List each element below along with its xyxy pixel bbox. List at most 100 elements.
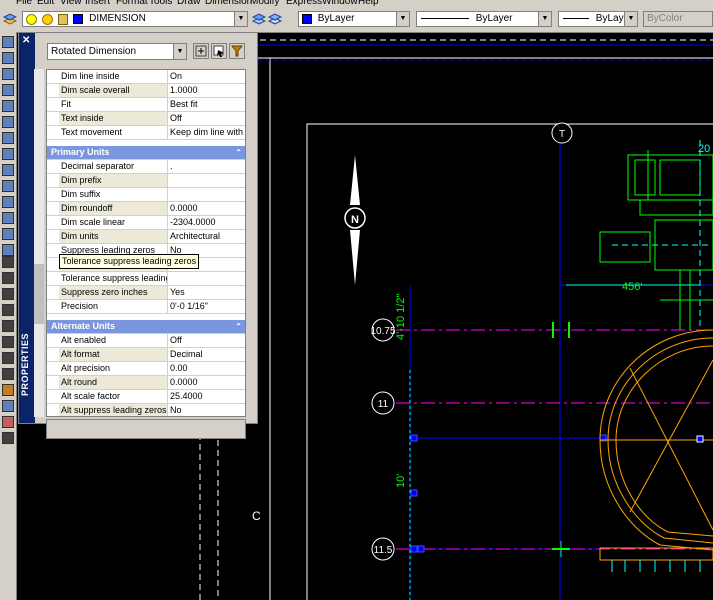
edit-dim-icon[interactable]: [2, 384, 14, 396]
extrude-icon[interactable]: [2, 132, 14, 144]
property-row[interactable]: Alt precision 0.00: [47, 362, 245, 376]
property-row[interactable]: Fit Best fit: [47, 98, 245, 112]
property-row[interactable]: Alt round 0.0000: [47, 376, 245, 390]
menu-item[interactable]: Dimension: [205, 0, 252, 7]
properties-palette[interactable]: ✕ PROPERTIES Rotated Dimension ▼ Dim lin…: [18, 32, 258, 439]
lock-icon[interactable]: [57, 13, 68, 25]
center-mark-icon[interactable]: [2, 368, 14, 380]
property-value[interactable]: Decimal: [167, 348, 245, 361]
property-value[interactable]: 1.0000: [167, 84, 245, 97]
menu-item[interactable]: Draw: [177, 0, 200, 7]
property-value[interactable]: [167, 174, 245, 187]
layer-combo[interactable]: DIMENSION ▼: [22, 11, 248, 27]
union-icon[interactable]: [2, 212, 14, 224]
grip[interactable]: [410, 545, 418, 553]
category-alternate-units[interactable]: Alternate Units ⌃: [47, 320, 245, 334]
property-grid[interactable]: Dim line inside On Dim scale overall 1.0000…: [46, 69, 246, 417]
property-row[interactable]: Dim prefix: [47, 174, 245, 188]
aligned-dim-icon[interactable]: [2, 272, 14, 284]
property-row[interactable]: Alt suppress leading zeros No: [47, 404, 245, 416]
menu-item[interactable]: Help: [358, 0, 379, 7]
cylinder-icon[interactable]: [2, 68, 14, 80]
color-combo[interactable]: ByLayer ▼: [298, 11, 410, 27]
property-value[interactable]: 25.4000: [167, 390, 245, 403]
layer-manager-icon[interactable]: [2, 12, 18, 26]
menu-item[interactable]: Insert: [85, 0, 110, 7]
property-value[interactable]: Off: [167, 334, 245, 347]
menu-item[interactable]: Express: [286, 0, 322, 7]
revolve-icon[interactable]: [2, 148, 14, 160]
property-value[interactable]: 0.0000: [167, 202, 245, 215]
menu-item[interactable]: Edit: [37, 0, 54, 7]
property-value[interactable]: Keep dim line with t...: [167, 126, 245, 139]
cone-icon[interactable]: [2, 84, 14, 96]
chevron-down-icon[interactable]: ▼: [234, 12, 247, 26]
linear-dim-icon[interactable]: [2, 256, 14, 268]
intersect-icon[interactable]: [2, 244, 14, 256]
property-value[interactable]: .: [167, 160, 245, 173]
quick-select-icon[interactable]: [229, 43, 245, 59]
lineweight-combo[interactable]: ByLayer ▼: [558, 11, 638, 27]
property-row[interactable]: Dim scale linear -2304.0000: [47, 216, 245, 230]
tolerance-icon[interactable]: [2, 352, 14, 364]
section-icon[interactable]: [2, 180, 14, 192]
property-value[interactable]: Best fit: [167, 98, 245, 111]
chevron-up-icon[interactable]: ⌃: [235, 320, 242, 333]
property-row[interactable]: Alt enabled Off: [47, 334, 245, 348]
property-value[interactable]: On: [167, 70, 245, 83]
palette-titlebar[interactable]: ✕ PROPERTIES: [19, 33, 35, 423]
slice-icon[interactable]: [2, 164, 14, 176]
grip[interactable]: [417, 545, 425, 553]
property-row[interactable]: Dim suffix: [47, 188, 245, 202]
paint-icon[interactable]: [2, 416, 14, 428]
angular-dim-icon[interactable]: [2, 320, 14, 332]
property-row[interactable]: Dim scale overall 1.0000: [47, 84, 245, 98]
plotstyle-combo[interactable]: ByColor: [643, 11, 713, 27]
property-value[interactable]: 0.00: [167, 362, 245, 375]
property-row[interactable]: Alt scale factor 25.4000: [47, 390, 245, 404]
property-value[interactable]: 0'-0 1/16": [167, 300, 245, 313]
category-primary-units[interactable]: Primary Units ⌃: [47, 146, 245, 160]
property-value[interactable]: [167, 272, 245, 285]
property-row[interactable]: Text movement Keep dim line with t...: [47, 126, 245, 140]
dim-style-icon[interactable]: [2, 400, 14, 412]
property-value[interactable]: -2304.0000: [167, 216, 245, 229]
property-value[interactable]: 0.0000: [167, 376, 245, 389]
leader-icon[interactable]: [2, 336, 14, 348]
toggle-pickadd-icon[interactable]: [193, 43, 209, 59]
property-row[interactable]: Alt format Decimal: [47, 348, 245, 362]
select-objects-icon[interactable]: [211, 43, 227, 59]
menu-item[interactable]: Tools: [149, 0, 172, 7]
chevron-up-icon[interactable]: ⌃: [235, 146, 242, 159]
property-value[interactable]: No: [167, 404, 245, 416]
box-icon[interactable]: [2, 36, 14, 48]
close-icon[interactable]: ✕: [22, 35, 30, 46]
subtract-icon[interactable]: [2, 228, 14, 240]
wedge-icon[interactable]: [2, 52, 14, 64]
make-layer-current-icon[interactable]: [251, 12, 267, 26]
menu-item[interactable]: View: [60, 0, 82, 7]
property-row[interactable]: Precision 0'-0 1/16": [47, 300, 245, 314]
interfere-icon[interactable]: [2, 196, 14, 208]
diameter-dim-icon[interactable]: [2, 304, 14, 316]
property-row[interactable]: Decimal separator.: [47, 160, 245, 174]
property-row[interactable]: Dim line inside On: [47, 70, 245, 84]
property-value[interactable]: Architectural: [167, 230, 245, 243]
sphere-icon[interactable]: [2, 100, 14, 112]
chevron-down-icon[interactable]: ▼: [538, 12, 551, 26]
grip[interactable]: [410, 434, 418, 442]
grip[interactable]: [410, 489, 418, 497]
property-row[interactable]: Suppress zero inches Yes: [47, 286, 245, 300]
lightbulb-icon[interactable]: [26, 13, 37, 25]
chevron-down-icon[interactable]: ▼: [624, 12, 637, 26]
property-value[interactable]: [167, 188, 245, 201]
palette-scrollbar[interactable]: [34, 69, 45, 417]
scrollbar-thumb[interactable]: [34, 264, 44, 324]
property-row[interactable]: Dim roundoff 0.0000: [47, 202, 245, 216]
linetype-combo[interactable]: ByLayer ▼: [416, 11, 552, 27]
chevron-down-icon[interactable]: ▼: [173, 44, 186, 59]
torus-icon[interactable]: [2, 116, 14, 128]
radius-dim-icon[interactable]: [2, 288, 14, 300]
layer-previous-icon[interactable]: [267, 12, 283, 26]
property-row[interactable]: Dim units Architectural: [47, 230, 245, 244]
